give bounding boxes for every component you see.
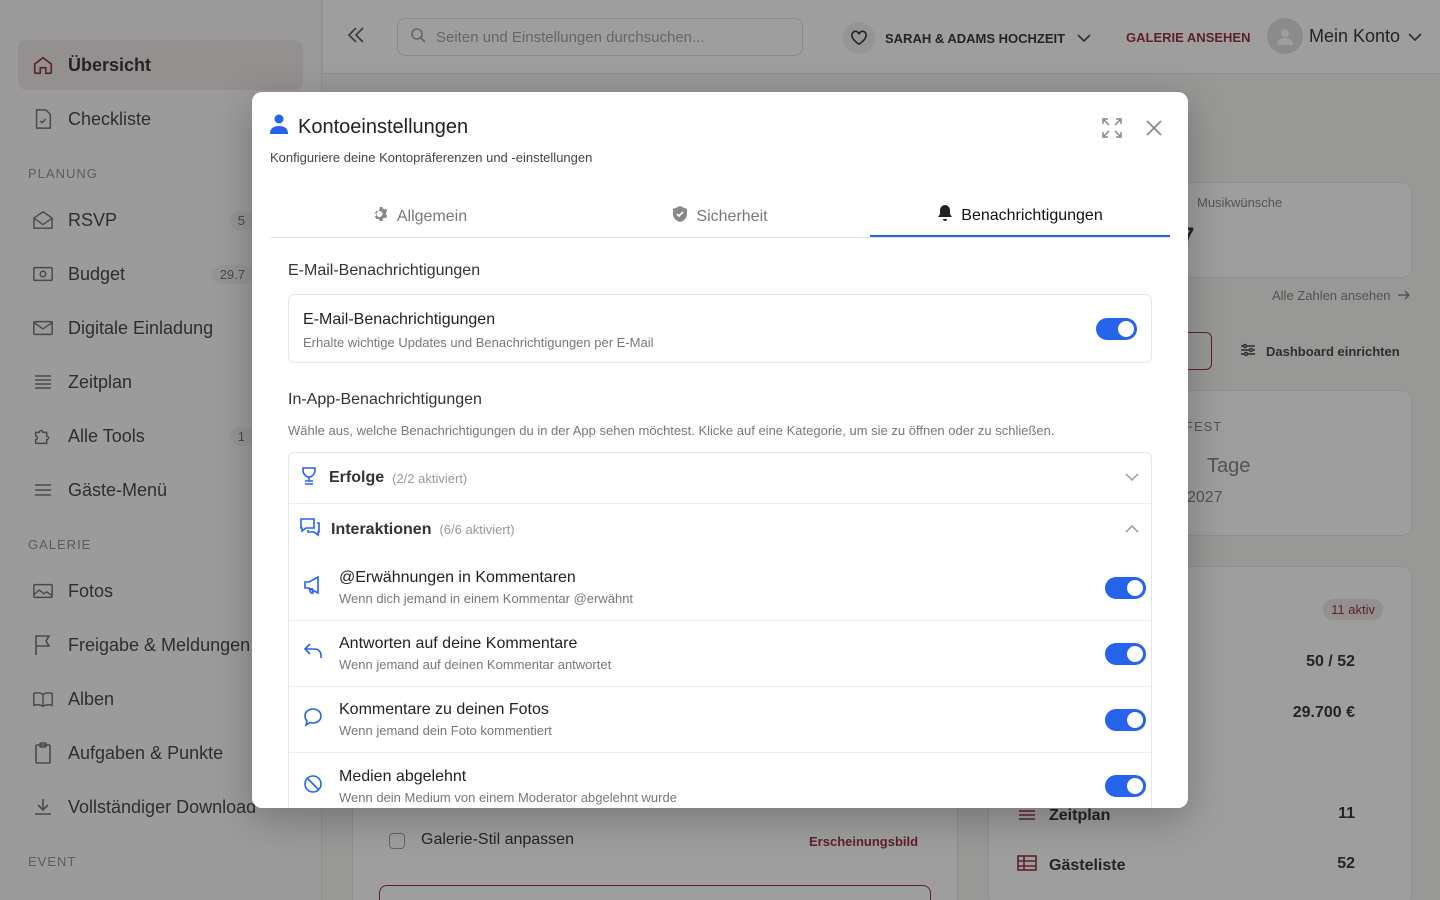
dialog-title: Kontoeinstellungen xyxy=(298,115,469,138)
category-erfolge[interactable]: Erfolge (2/2 aktiviert) xyxy=(289,453,1151,504)
user-icon xyxy=(270,114,288,140)
settings-tabs: Allgemein Sicherheit Benachrichtigungen xyxy=(270,196,1170,238)
reply-icon xyxy=(303,642,325,665)
shield-icon xyxy=(672,205,688,228)
category-name: Interaktionen xyxy=(331,520,432,538)
chat-icon xyxy=(299,517,321,542)
email-notifications-toggle[interactable] xyxy=(1096,318,1137,340)
comment-icon xyxy=(303,707,325,732)
megaphone-icon xyxy=(303,575,325,600)
chevron-down-icon xyxy=(1125,469,1139,487)
inapp-section-title: In-App-Benachrichtigungen xyxy=(288,391,482,408)
category-count: (2/2 aktiviert) xyxy=(392,470,468,486)
email-notifications-setting: E-Mail-Benachrichtigungen Erhalte wichti… xyxy=(288,294,1152,363)
list-item: Medien abgelehnt Wenn dein Medium von ei… xyxy=(289,753,1151,808)
chevron-up-icon xyxy=(1125,521,1139,539)
setting-name: Antworten auf deine Kommentare xyxy=(339,635,578,652)
close-icon[interactable] xyxy=(1142,116,1166,140)
list-item: Antworten auf deine Kommentare Wenn jema… xyxy=(289,621,1151,687)
category-count: (6/6 aktiviert) xyxy=(439,522,515,537)
inapp-section-description: Wähle aus, welche Benachrichtigungen du … xyxy=(288,423,1055,438)
tab-sicherheit[interactable]: Sicherheit xyxy=(570,196,870,237)
photo-comments-toggle[interactable] xyxy=(1105,709,1146,731)
replies-toggle[interactable] xyxy=(1105,643,1146,665)
tab-benachrichtigungen[interactable]: Benachrichtigungen xyxy=(870,196,1170,237)
dialog-subtitle: Konfiguriere deine Kontopräferenzen und … xyxy=(270,150,593,165)
tab-label: Benachrichtigungen xyxy=(961,206,1103,224)
list-item: @Erwähnungen in Kommentaren Wenn dich je… xyxy=(289,555,1151,621)
bell-icon xyxy=(937,204,953,227)
setting-description: Erhalte wichtige Updates und Benachricht… xyxy=(303,335,654,350)
trophy-icon xyxy=(299,466,319,491)
dialog-header: Kontoeinstellungen Konfiguriere deine Ko… xyxy=(270,114,592,165)
account-settings-dialog: Kontoeinstellungen Konfiguriere deine Ko… xyxy=(252,92,1188,808)
setting-name: Kommentare zu deinen Fotos xyxy=(339,701,549,718)
tab-label: Allgemein xyxy=(396,207,468,225)
category-name: Erfolge xyxy=(329,469,385,486)
mentions-toggle[interactable] xyxy=(1105,577,1146,599)
tab-label: Sicherheit xyxy=(696,207,768,225)
inapp-categories: Erfolge (2/2 aktiviert) Interaktionen (6… xyxy=(288,452,1152,808)
email-section-title: E-Mail-Benachrichtigungen xyxy=(288,262,481,279)
category-interaktionen[interactable]: Interaktionen (6/6 aktiviert) xyxy=(289,504,1151,555)
gear-icon xyxy=(373,206,389,227)
setting-description: Wenn dein Medium von einem Moderator abg… xyxy=(339,789,677,805)
setting-name: @Erwähnungen in Kommentaren xyxy=(339,569,576,586)
setting-name: Medien abgelehnt xyxy=(339,767,467,785)
setting-description: Wenn jemand dein Foto kommentiert xyxy=(339,723,552,738)
expand-icon[interactable] xyxy=(1100,116,1124,140)
list-item: Kommentare zu deinen Fotos Wenn jemand d… xyxy=(289,687,1151,753)
setting-description: Wenn dich jemand in einem Kommentar @erw… xyxy=(339,591,634,606)
setting-name: E-Mail-Benachrichtigungen xyxy=(303,311,496,328)
media-rejected-toggle[interactable] xyxy=(1105,775,1146,797)
notifications-panel: E-Mail-Benachrichtigungen E-Mail-Benachr… xyxy=(288,262,1152,808)
setting-description: Wenn jemand auf deinen Kommentar antwort… xyxy=(339,657,612,672)
ban-icon xyxy=(303,774,325,799)
tab-allgemein[interactable]: Allgemein xyxy=(270,196,570,237)
